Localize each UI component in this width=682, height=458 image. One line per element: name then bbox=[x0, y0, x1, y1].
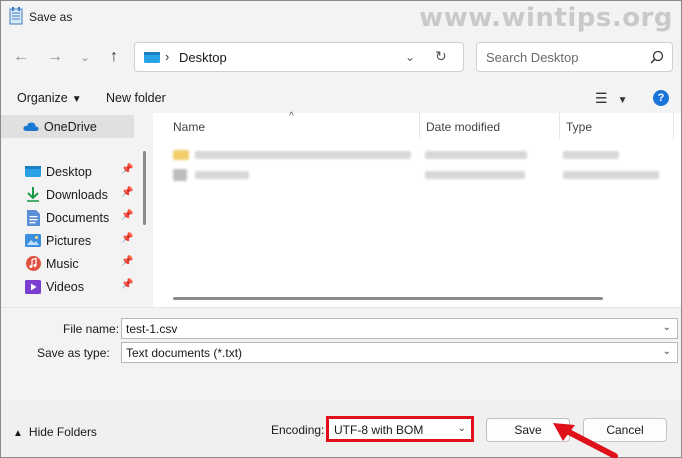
help-button[interactable]: ? bbox=[653, 90, 669, 106]
watermark: www.wintips.org bbox=[419, 3, 673, 33]
sidebar-item-music[interactable]: Music 📌 bbox=[1, 252, 141, 275]
encoding-value: UTF-8 with BOM bbox=[334, 423, 424, 437]
organize-label: Organize bbox=[17, 91, 68, 105]
save-as-type-value: Text documents (*.txt) bbox=[126, 346, 243, 360]
address-location[interactable]: Desktop bbox=[179, 50, 227, 65]
title-bar: Save as www.wintips.org bbox=[1, 1, 681, 33]
file-name-value[interactable]: test-1.csv bbox=[126, 322, 177, 336]
view-options-button[interactable]: ☰ ▼ bbox=[595, 90, 627, 107]
sidebar-scrollbar[interactable] bbox=[143, 151, 146, 225]
sidebar-item-label: Downloads bbox=[46, 187, 108, 202]
cloud-icon bbox=[23, 119, 39, 135]
search-icon[interactable] bbox=[650, 50, 664, 67]
folder-icon bbox=[173, 150, 189, 160]
video-icon bbox=[25, 279, 41, 295]
chevron-up-icon: ▲ bbox=[13, 428, 23, 439]
sidebar-item-label: OneDrive bbox=[44, 119, 97, 134]
sidebar-item-videos[interactable]: Videos 📌 bbox=[1, 275, 141, 298]
sort-ascending-icon: ^ bbox=[289, 111, 294, 122]
sidebar-item-label: Music bbox=[46, 256, 79, 271]
file-name-label: File name: bbox=[63, 322, 120, 336]
redacted-type bbox=[563, 151, 619, 159]
pin-icon: 📌 bbox=[121, 256, 134, 267]
redacted-date bbox=[425, 151, 527, 159]
new-folder-button[interactable]: New folder bbox=[106, 91, 166, 105]
chevron-down-icon[interactable]: ⌄ bbox=[663, 322, 671, 333]
column-header-date-modified[interactable]: Date modified bbox=[426, 120, 500, 134]
music-icon bbox=[25, 256, 41, 272]
list-view-icon: ☰ bbox=[595, 90, 608, 106]
caret-down-icon: ▼ bbox=[71, 94, 82, 105]
column-divider[interactable] bbox=[419, 113, 420, 139]
desktop-folder-icon bbox=[144, 51, 160, 67]
navigation-bar: ← → ⌄ ↑ › Desktop ⌄ ↻ Search Desktop bbox=[1, 37, 681, 77]
document-icon bbox=[25, 209, 41, 226]
redacted-file-name bbox=[195, 171, 249, 179]
organize-button[interactable]: Organize ▼ bbox=[17, 91, 82, 105]
address-bar[interactable]: › Desktop ⌄ ↻ bbox=[134, 42, 464, 72]
redacted-type bbox=[563, 171, 659, 179]
search-input[interactable]: Search Desktop bbox=[486, 50, 579, 65]
redacted-file-name bbox=[195, 151, 411, 159]
notepad-icon bbox=[9, 7, 23, 28]
refresh-icon[interactable]: ↻ bbox=[435, 48, 447, 65]
sidebar-item-label: Desktop bbox=[46, 164, 92, 179]
sidebar-item-label: Pictures bbox=[46, 233, 92, 248]
pin-icon: 📌 bbox=[121, 187, 134, 198]
arrow-up-icon: ↑ bbox=[110, 48, 118, 65]
column-header-name[interactable]: Name bbox=[173, 120, 205, 134]
save-as-type-select[interactable]: Text documents (*.txt) ⌄ bbox=[121, 342, 678, 363]
file-list: ^ Name Date modified Type bbox=[153, 111, 681, 307]
hide-folders-button[interactable]: ▲ Hide Folders bbox=[13, 425, 97, 439]
help-icon: ? bbox=[657, 92, 665, 104]
chevron-down-icon[interactable]: ⌄ bbox=[663, 346, 671, 357]
sidebar-item-label: Videos bbox=[46, 279, 84, 294]
address-dropdown-icon[interactable]: ⌄ bbox=[405, 50, 415, 64]
encoding-select[interactable]: UTF-8 with BOM ⌄ bbox=[326, 416, 474, 442]
window-title: Save as bbox=[29, 10, 73, 24]
redacted-date bbox=[425, 171, 525, 179]
column-divider[interactable] bbox=[559, 113, 560, 139]
pin-icon: 📌 bbox=[121, 210, 134, 221]
arrow-left-icon: ← bbox=[13, 48, 29, 65]
navigation-pane: OneDrive Desktop 📌 Downloads 📌 Documents… bbox=[1, 113, 153, 307]
chevron-down-icon[interactable]: ⌄ bbox=[458, 423, 466, 434]
encoding-label: Encoding: bbox=[271, 423, 325, 437]
search-box[interactable]: Search Desktop bbox=[476, 42, 673, 72]
picture-icon bbox=[25, 233, 41, 249]
desktop-icon bbox=[25, 164, 41, 180]
file-name-field[interactable]: test-1.csv ⌄ bbox=[121, 318, 678, 339]
command-bar: Organize ▼ New folder ☰ ▼ ? bbox=[1, 83, 681, 113]
back-button[interactable]: ← bbox=[9, 45, 33, 69]
arrow-right-icon: → bbox=[47, 48, 63, 65]
save-form: File name: test-1.csv ⌄ Save as type: Te… bbox=[1, 307, 681, 407]
recent-locations-button[interactable]: ⌄ bbox=[73, 45, 97, 69]
address-separator: › bbox=[165, 49, 170, 64]
sidebar-item-onedrive[interactable]: OneDrive bbox=[1, 115, 134, 138]
up-button[interactable]: ↑ bbox=[102, 45, 126, 69]
sidebar-item-pictures[interactable]: Pictures 📌 bbox=[1, 229, 141, 252]
download-icon bbox=[25, 187, 41, 203]
column-divider[interactable] bbox=[673, 113, 674, 139]
annotation-arrow-icon bbox=[553, 423, 618, 458]
sidebar-item-documents[interactable]: Documents 📌 bbox=[1, 206, 141, 229]
chevron-down-icon: ⌄ bbox=[80, 51, 90, 64]
save-as-dialog: Save as www.wintips.org ← → ⌄ ↑ › Deskto… bbox=[0, 0, 682, 458]
horizontal-scrollbar[interactable] bbox=[173, 297, 603, 300]
pin-icon: 📌 bbox=[121, 164, 134, 175]
pin-icon: 📌 bbox=[121, 279, 134, 290]
sidebar-item-desktop[interactable]: Desktop 📌 bbox=[1, 160, 141, 183]
caret-down-icon: ▼ bbox=[617, 95, 628, 106]
forward-button[interactable]: → bbox=[43, 45, 67, 69]
sidebar-item-downloads[interactable]: Downloads 📌 bbox=[1, 183, 141, 206]
file-icon bbox=[173, 169, 187, 181]
hide-folders-label: Hide Folders bbox=[28, 425, 97, 439]
pin-icon: 📌 bbox=[121, 233, 134, 244]
column-header-type[interactable]: Type bbox=[566, 120, 592, 134]
save-as-type-label: Save as type: bbox=[37, 346, 110, 360]
sidebar-item-label: Documents bbox=[46, 210, 110, 225]
